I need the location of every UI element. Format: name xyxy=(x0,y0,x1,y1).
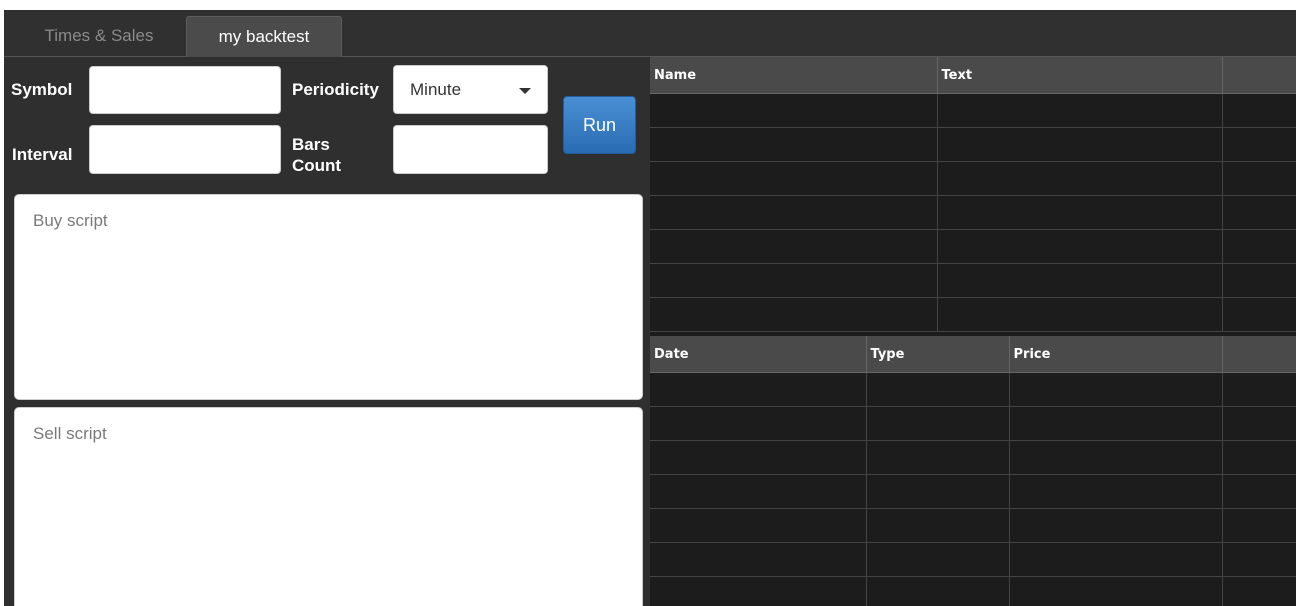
periodicity-label: Periodicity xyxy=(292,80,379,99)
table-cell[interactable] xyxy=(937,93,1223,128)
table-cell[interactable] xyxy=(866,406,1010,441)
column-header-date[interactable]: Date xyxy=(650,336,867,373)
tab-bar: Times & Sales my backtest xyxy=(4,10,1296,57)
table-cell[interactable] xyxy=(1222,542,1296,577)
table-cell[interactable] xyxy=(650,406,867,441)
column-header-text[interactable]: Text xyxy=(937,57,1223,94)
interval-label: Interval xyxy=(12,145,73,164)
periodicity-select[interactable]: Minute xyxy=(393,65,548,114)
trades-table: Date Type Price xyxy=(650,336,1296,606)
chevron-down-icon xyxy=(519,88,531,94)
table-cell[interactable] xyxy=(1009,372,1223,407)
table-row[interactable] xyxy=(650,195,1296,230)
bars-count-label-line2: Count xyxy=(292,156,342,175)
table-row[interactable] xyxy=(650,263,1296,298)
buy-script-textarea[interactable]: Buy script xyxy=(14,194,643,400)
backtest-form-panel: Symbol Periodicity Minute Run Interval B… xyxy=(4,57,650,606)
table-cell[interactable] xyxy=(1009,542,1223,577)
table-cell[interactable] xyxy=(1009,474,1223,509)
table-cell[interactable] xyxy=(937,195,1223,230)
table-cell[interactable] xyxy=(650,372,867,407)
table-cell[interactable] xyxy=(650,161,938,196)
buy-script-placeholder: Buy script xyxy=(33,211,108,230)
table-cell[interactable] xyxy=(866,576,1010,606)
column-header-type[interactable]: Type xyxy=(866,336,1010,373)
table-cell[interactable] xyxy=(650,195,938,230)
table-cell[interactable] xyxy=(650,576,867,606)
trades-header-row: Date Type Price xyxy=(650,336,1296,373)
table-cell[interactable] xyxy=(866,440,1010,475)
messages-table-body xyxy=(650,93,1296,332)
table-row[interactable] xyxy=(650,576,1296,606)
table-cell[interactable] xyxy=(1222,474,1296,509)
periodicity-value: Minute xyxy=(410,80,462,99)
run-button[interactable]: Run xyxy=(563,96,636,154)
table-cell[interactable] xyxy=(1222,195,1296,230)
table-cell[interactable] xyxy=(937,127,1223,162)
table-cell[interactable] xyxy=(1009,576,1223,606)
table-row[interactable] xyxy=(650,161,1296,196)
table-cell[interactable] xyxy=(866,372,1010,407)
table-row[interactable] xyxy=(650,542,1296,577)
column-header-empty[interactable] xyxy=(1222,336,1296,373)
table-row[interactable] xyxy=(650,372,1296,407)
table-cell[interactable] xyxy=(1222,161,1296,196)
table-cell[interactable] xyxy=(650,127,938,162)
app-window: Times & Sales my backtest Symbol Periodi… xyxy=(4,10,1296,606)
table-cell[interactable] xyxy=(1222,576,1296,606)
table-cell[interactable] xyxy=(1009,508,1223,543)
table-cell[interactable] xyxy=(1222,440,1296,475)
table-row[interactable] xyxy=(650,127,1296,162)
tab-my-backtest[interactable]: my backtest xyxy=(186,16,342,57)
messages-header-row: Name Text xyxy=(650,57,1296,94)
table-cell[interactable] xyxy=(1222,297,1296,332)
table-row[interactable] xyxy=(650,440,1296,475)
interval-input[interactable] xyxy=(89,125,281,174)
table-row[interactable] xyxy=(650,229,1296,264)
table-cell[interactable] xyxy=(1222,93,1296,128)
table-cell[interactable] xyxy=(650,440,867,475)
table-row[interactable] xyxy=(650,508,1296,543)
table-cell[interactable] xyxy=(866,474,1010,509)
table-cell[interactable] xyxy=(1009,440,1223,475)
table-cell[interactable] xyxy=(1222,508,1296,543)
table-cell[interactable] xyxy=(937,161,1223,196)
tab-times-and-sales[interactable]: Times & Sales xyxy=(14,16,184,56)
table-cell[interactable] xyxy=(1222,372,1296,407)
table-cell[interactable] xyxy=(1222,406,1296,441)
table-cell[interactable] xyxy=(1222,263,1296,298)
column-header-name[interactable]: Name xyxy=(650,57,938,94)
table-cell[interactable] xyxy=(650,263,938,298)
table-cell[interactable] xyxy=(650,474,867,509)
sell-script-placeholder: Sell script xyxy=(33,424,107,443)
symbol-label: Symbol xyxy=(11,80,73,99)
table-row[interactable] xyxy=(650,406,1296,441)
table-row[interactable] xyxy=(650,297,1296,332)
table-cell[interactable] xyxy=(650,229,938,264)
table-row[interactable] xyxy=(650,93,1296,128)
column-header-price[interactable]: Price xyxy=(1009,336,1223,373)
table-cell[interactable] xyxy=(866,508,1010,543)
table-cell[interactable] xyxy=(1222,127,1296,162)
table-cell[interactable] xyxy=(1222,229,1296,264)
table-cell[interactable] xyxy=(937,297,1223,332)
symbol-input[interactable] xyxy=(89,66,281,114)
table-row[interactable] xyxy=(650,474,1296,509)
table-cell[interactable] xyxy=(650,508,867,543)
results-panel: Name Text Date Type Price xyxy=(650,57,1296,606)
bars-count-label-line1: Bars xyxy=(292,135,330,154)
table-cell[interactable] xyxy=(1009,406,1223,441)
messages-table: Name Text xyxy=(650,57,1296,332)
table-cell[interactable] xyxy=(650,542,867,577)
table-cell[interactable] xyxy=(650,93,938,128)
bars-count-input[interactable] xyxy=(393,125,548,174)
trades-table-body xyxy=(650,372,1296,606)
bars-count-label: Bars Count xyxy=(292,134,341,176)
table-cell[interactable] xyxy=(937,263,1223,298)
sell-script-textarea[interactable]: Sell script xyxy=(14,407,643,606)
column-header-empty[interactable] xyxy=(1222,57,1296,94)
table-cell[interactable] xyxy=(866,542,1010,577)
table-cell[interactable] xyxy=(650,297,938,332)
table-cell[interactable] xyxy=(937,229,1223,264)
